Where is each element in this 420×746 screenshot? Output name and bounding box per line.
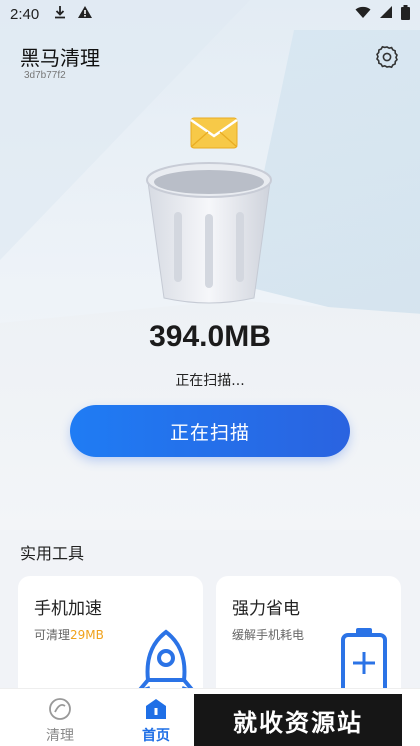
scan-status: 正在扫描... (175, 373, 245, 389)
tool-card-desc: 可清理29MB (34, 628, 104, 642)
tool-card-power-saving[interactable]: 强力省电 缓解手机耗电 (216, 576, 401, 706)
signal-icon (379, 5, 393, 23)
download-icon (53, 5, 67, 23)
status-bar: 2:40 (0, 0, 420, 28)
trash-bin-icon (144, 160, 274, 306)
device-id: 3d7b77f2 (24, 70, 66, 81)
gear-icon[interactable] (374, 44, 400, 70)
app-title: 黑马清理 (20, 46, 100, 70)
wifi-icon (355, 5, 371, 23)
home-icon (144, 697, 168, 721)
scan-size: 394.0MB (149, 320, 271, 353)
clean-icon (48, 697, 72, 721)
status-time: 2:40 (10, 5, 40, 23)
tool-card-speedup[interactable]: 手机加速 可清理29MB (18, 576, 203, 706)
mail-icon (190, 117, 238, 149)
battery-icon (401, 4, 410, 24)
warning-icon (77, 5, 93, 23)
scan-button[interactable]: 正在扫描 (70, 405, 350, 457)
tool-card-title: 强力省电 (232, 599, 300, 619)
tool-card-desc: 缓解手机耗电 (232, 628, 305, 642)
tools-section-title: 实用工具 (20, 544, 85, 563)
watermark: 就收资源站 (194, 694, 402, 746)
tool-card-title: 手机加速 (34, 599, 102, 619)
cleanable-size: 29MB (70, 628, 104, 642)
